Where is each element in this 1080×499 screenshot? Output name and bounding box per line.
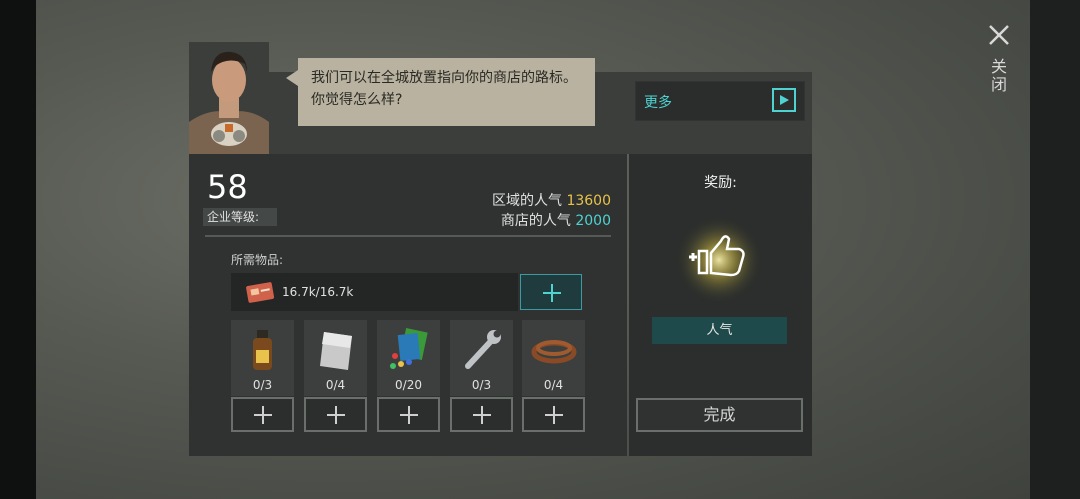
item-count: 0/3	[252, 378, 273, 392]
complete-button[interactable]: 完成	[636, 398, 803, 432]
card-requirement-row: 16.7k/16.7k	[231, 273, 518, 311]
play-icon	[772, 88, 796, 112]
item-count: 0/4	[543, 378, 564, 392]
item-count: 0/3	[471, 378, 492, 392]
metal-plate-icon	[312, 326, 359, 374]
add-item-button[interactable]	[231, 397, 294, 432]
item-slot[interactable]: 0/3	[450, 320, 513, 396]
shop-popularity-label: 商店的人气	[500, 213, 571, 229]
dialog-text: 我们可以在全城放置指向你的商店的路标。你觉得怎么样?	[311, 70, 577, 108]
district-popularity-value: 13600	[566, 193, 611, 209]
screen-edge-left	[0, 0, 36, 499]
company-level: 58	[207, 168, 248, 206]
add-item-button[interactable]	[304, 397, 367, 432]
card-icon	[245, 281, 275, 303]
character-avatar	[189, 42, 269, 154]
screen-edge-right	[1030, 0, 1080, 499]
divider	[205, 235, 611, 237]
add-item-button[interactable]	[522, 397, 585, 432]
reward-popularity-tag: 人气	[652, 317, 787, 344]
add-card-button[interactable]	[520, 274, 582, 310]
company-level-label: 企业等级:	[203, 208, 277, 226]
item-slot[interactable]: 0/3	[231, 320, 294, 396]
close-label[interactable]: 关闭	[988, 58, 1010, 94]
belt-icon	[530, 326, 577, 374]
item-count: 0/20	[395, 378, 422, 392]
bottle-icon	[239, 326, 286, 374]
wrench-icon	[458, 326, 505, 374]
add-item-button[interactable]	[377, 397, 440, 432]
district-popularity: 区域的人气 13600	[492, 190, 611, 210]
more-button[interactable]: 更多	[635, 81, 805, 121]
item-slot[interactable]: 0/4	[522, 320, 585, 396]
item-slot[interactable]: 0/20	[377, 320, 440, 396]
shop-popularity-value: 2000	[575, 213, 611, 229]
more-label: 更多	[644, 95, 672, 111]
item-slot[interactable]: 0/4	[304, 320, 367, 396]
close-icon[interactable]	[984, 20, 1014, 50]
add-item-button[interactable]	[450, 397, 513, 432]
shop-popularity: 商店的人气 2000	[501, 210, 611, 230]
required-items-label: 所需物品:	[231, 253, 284, 267]
district-popularity-label: 区域的人气	[492, 193, 562, 209]
electronics-icon	[385, 326, 432, 374]
popularity-reward-icon	[669, 215, 769, 305]
card-amount: 16.7k/16.7k	[282, 285, 354, 299]
reward-title: 奖励:	[704, 175, 737, 191]
item-count: 0/4	[325, 378, 346, 392]
speech-bubble: 我们可以在全城放置指向你的商店的路标。你觉得怎么样?	[286, 58, 595, 126]
